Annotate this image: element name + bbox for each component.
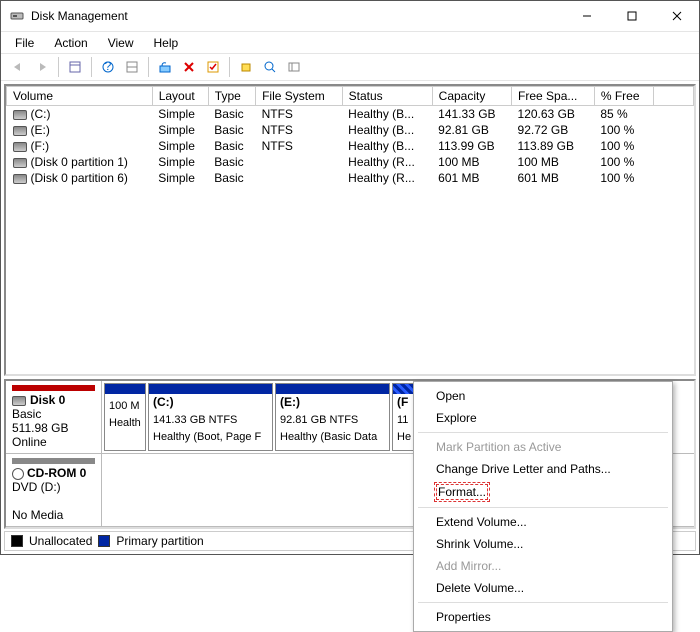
- menu-help[interactable]: Help: [144, 34, 189, 52]
- partition[interactable]: (E:)92.81 GB NTFSHealthy (Basic Data: [275, 383, 390, 451]
- drive-icon: [13, 142, 27, 152]
- column-headers: Volume Layout Type File System Status Ca…: [7, 87, 694, 106]
- menu-explore[interactable]: Explore: [416, 407, 670, 429]
- context-menu: Open Explore Mark Partition as Active Ch…: [413, 381, 673, 632]
- drive-icon: [13, 110, 27, 120]
- menu-file[interactable]: File: [5, 34, 44, 52]
- back-button: [7, 56, 29, 78]
- drive-icon: [13, 126, 27, 136]
- toolbar: ?: [1, 53, 699, 81]
- toolbar-button[interactable]: [283, 56, 305, 78]
- forward-button: [31, 56, 53, 78]
- disk-size: 511.98 GB: [12, 421, 68, 435]
- disk-management-window: Disk Management File Action View Help ? …: [0, 0, 700, 555]
- check-button[interactable]: [202, 56, 224, 78]
- menu-delete-volume[interactable]: Delete Volume...: [416, 577, 670, 599]
- titlebar: Disk Management: [1, 1, 699, 31]
- col-volume[interactable]: Volume: [7, 87, 153, 106]
- close-button[interactable]: [654, 1, 699, 31]
- volume-row[interactable]: (C:)SimpleBasicNTFSHealthy (B...141.33 G…: [7, 106, 694, 123]
- volume-row[interactable]: (Disk 0 partition 1)SimpleBasicHealthy (…: [7, 154, 694, 170]
- disk-state: Online: [12, 435, 47, 449]
- app-icon: [9, 8, 25, 24]
- col-pctfree[interactable]: % Free: [594, 87, 653, 106]
- col-capacity[interactable]: Capacity: [432, 87, 511, 106]
- cdrom-header[interactable]: CD-ROM 0 DVD (D:) No Media: [6, 454, 102, 526]
- legend-primary-swatch: [98, 535, 110, 547]
- window-title: Disk Management: [31, 9, 564, 23]
- toolbar-button[interactable]: [64, 56, 86, 78]
- toolbar-button[interactable]: [154, 56, 176, 78]
- menu-add-mirror: Add Mirror...: [416, 555, 670, 577]
- cdrom-icon: [12, 468, 24, 480]
- help-button[interactable]: ?: [97, 56, 119, 78]
- svg-text:?: ?: [105, 60, 112, 73]
- cdrom-sub: DVD (D:): [12, 480, 61, 494]
- maximize-button[interactable]: [609, 1, 654, 31]
- cdrom-title: CD-ROM 0: [27, 466, 86, 480]
- col-filesystem[interactable]: File System: [256, 87, 343, 106]
- legend-primary-label: Primary partition: [116, 534, 203, 548]
- drive-icon: [13, 158, 27, 168]
- disk-title: Disk 0: [30, 393, 65, 407]
- minimize-button[interactable]: [564, 1, 609, 31]
- col-type[interactable]: Type: [208, 87, 255, 106]
- menu-properties[interactable]: Properties: [416, 606, 670, 628]
- menu-action[interactable]: Action: [44, 34, 97, 52]
- cdrom-state: No Media: [12, 508, 63, 522]
- volume-row[interactable]: (Disk 0 partition 6)SimpleBasicHealthy (…: [7, 170, 694, 186]
- menu-format[interactable]: Format...: [416, 480, 670, 504]
- volume-list[interactable]: Volume Layout Type File System Status Ca…: [4, 84, 696, 376]
- menu-change-drive-letter[interactable]: Change Drive Letter and Paths...: [416, 458, 670, 480]
- partition[interactable]: (C:)141.33 GB NTFSHealthy (Boot, Page F: [148, 383, 273, 451]
- volume-row[interactable]: (E:)SimpleBasicNTFSHealthy (B...92.81 GB…: [7, 122, 694, 138]
- volume-row[interactable]: (F:)SimpleBasicNTFSHealthy (B...113.99 G…: [7, 138, 694, 154]
- menu-view[interactable]: View: [98, 34, 144, 52]
- delete-button[interactable]: [178, 56, 200, 78]
- menubar: File Action View Help: [1, 31, 699, 53]
- disk-header[interactable]: Disk 0 Basic 511.98 GB Online: [6, 381, 102, 453]
- partition[interactable]: 100 MHealth: [104, 383, 146, 451]
- toolbar-button[interactable]: [235, 56, 257, 78]
- toolbar-button[interactable]: [259, 56, 281, 78]
- col-free[interactable]: Free Spa...: [512, 87, 595, 106]
- menu-extend-volume[interactable]: Extend Volume...: [416, 511, 670, 533]
- disk-icon: [12, 396, 26, 406]
- col-status[interactable]: Status: [342, 87, 432, 106]
- drive-icon: [13, 174, 27, 184]
- disk-type: Basic: [12, 407, 41, 421]
- menu-open[interactable]: Open: [416, 385, 670, 407]
- legend-unallocated-label: Unallocated: [29, 534, 92, 548]
- legend-unallocated-swatch: [11, 535, 23, 547]
- menu-mark-active: Mark Partition as Active: [416, 436, 670, 458]
- menu-shrink-volume[interactable]: Shrink Volume...: [416, 533, 670, 555]
- toolbar-button[interactable]: [121, 56, 143, 78]
- col-layout[interactable]: Layout: [152, 87, 208, 106]
